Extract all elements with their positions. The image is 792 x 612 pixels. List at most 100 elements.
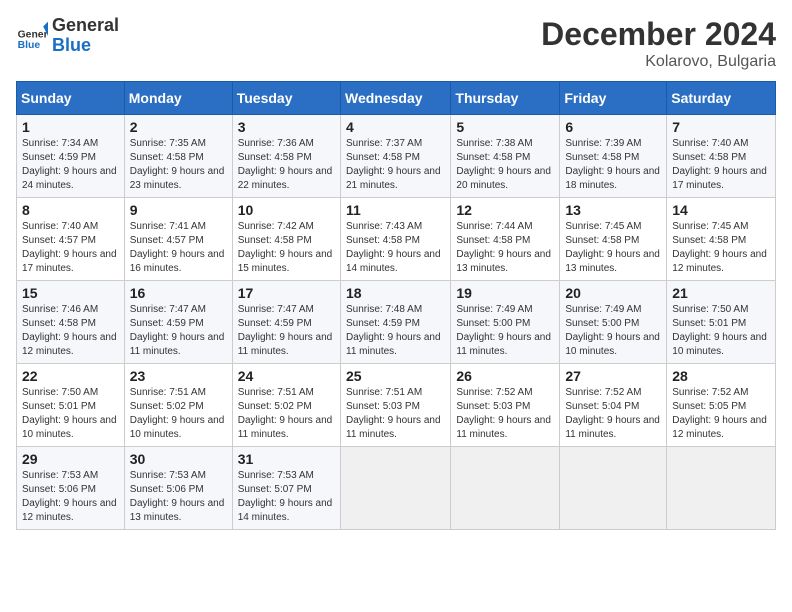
- day-number: 20: [565, 285, 661, 301]
- day-number: 30: [130, 451, 227, 467]
- day-number: 17: [238, 285, 335, 301]
- day-number: 25: [346, 368, 445, 384]
- weekday-header-sunday: Sunday: [17, 82, 125, 115]
- day-info: Sunrise: 7:38 AM Sunset: 4:58 PM Dayligh…: [456, 137, 554, 193]
- calendar-cell: 20 Sunrise: 7:49 AM Sunset: 5:00 PM Dayl…: [560, 281, 667, 364]
- day-number: 10: [238, 202, 335, 218]
- weekday-header-wednesday: Wednesday: [341, 82, 451, 115]
- day-number: 23: [130, 368, 227, 384]
- day-number: 15: [22, 285, 119, 301]
- calendar-week-row: 15 Sunrise: 7:46 AM Sunset: 4:58 PM Dayl…: [17, 281, 776, 364]
- day-number: 22: [22, 368, 119, 384]
- calendar-cell: 21 Sunrise: 7:50 AM Sunset: 5:01 PM Dayl…: [667, 281, 776, 364]
- day-number: 16: [130, 285, 227, 301]
- calendar-cell: 10 Sunrise: 7:42 AM Sunset: 4:58 PM Dayl…: [232, 198, 340, 281]
- day-info: Sunrise: 7:51 AM Sunset: 5:02 PM Dayligh…: [238, 386, 335, 442]
- day-info: Sunrise: 7:40 AM Sunset: 4:57 PM Dayligh…: [22, 220, 119, 276]
- calendar-week-row: 8 Sunrise: 7:40 AM Sunset: 4:57 PM Dayli…: [17, 198, 776, 281]
- day-number: 8: [22, 202, 119, 218]
- day-number: 11: [346, 202, 445, 218]
- calendar-cell: 8 Sunrise: 7:40 AM Sunset: 4:57 PM Dayli…: [17, 198, 125, 281]
- weekday-header-tuesday: Tuesday: [232, 82, 340, 115]
- day-info: Sunrise: 7:53 AM Sunset: 5:07 PM Dayligh…: [238, 469, 335, 525]
- calendar-cell: [341, 447, 451, 530]
- calendar-table: SundayMondayTuesdayWednesdayThursdayFrid…: [16, 81, 776, 530]
- day-info: Sunrise: 7:47 AM Sunset: 4:59 PM Dayligh…: [238, 303, 335, 359]
- month-title: December 2024: [541, 16, 776, 53]
- calendar-cell: 27 Sunrise: 7:52 AM Sunset: 5:04 PM Dayl…: [560, 364, 667, 447]
- day-info: Sunrise: 7:36 AM Sunset: 4:58 PM Dayligh…: [238, 137, 335, 193]
- calendar-cell: 28 Sunrise: 7:52 AM Sunset: 5:05 PM Dayl…: [667, 364, 776, 447]
- day-info: Sunrise: 7:51 AM Sunset: 5:03 PM Dayligh…: [346, 386, 445, 442]
- svg-text:Blue: Blue: [18, 40, 41, 51]
- calendar-header-row: SundayMondayTuesdayWednesdayThursdayFrid…: [17, 82, 776, 115]
- day-number: 5: [456, 119, 554, 135]
- calendar-week-row: 29 Sunrise: 7:53 AM Sunset: 5:06 PM Dayl…: [17, 447, 776, 530]
- day-info: Sunrise: 7:53 AM Sunset: 5:06 PM Dayligh…: [22, 469, 119, 525]
- day-number: 7: [672, 119, 770, 135]
- calendar-cell: 1 Sunrise: 7:34 AM Sunset: 4:59 PM Dayli…: [17, 115, 125, 198]
- calendar-cell: 9 Sunrise: 7:41 AM Sunset: 4:57 PM Dayli…: [124, 198, 232, 281]
- logo-icon: General Blue: [16, 20, 48, 52]
- calendar-week-row: 1 Sunrise: 7:34 AM Sunset: 4:59 PM Dayli…: [17, 115, 776, 198]
- day-number: 26: [456, 368, 554, 384]
- calendar-cell: 3 Sunrise: 7:36 AM Sunset: 4:58 PM Dayli…: [232, 115, 340, 198]
- calendar-cell: 24 Sunrise: 7:51 AM Sunset: 5:02 PM Dayl…: [232, 364, 340, 447]
- day-info: Sunrise: 7:47 AM Sunset: 4:59 PM Dayligh…: [130, 303, 227, 359]
- day-number: 24: [238, 368, 335, 384]
- day-number: 1: [22, 119, 119, 135]
- day-number: 6: [565, 119, 661, 135]
- day-info: Sunrise: 7:45 AM Sunset: 4:58 PM Dayligh…: [565, 220, 661, 276]
- calendar-cell: [451, 447, 560, 530]
- weekday-header-monday: Monday: [124, 82, 232, 115]
- day-info: Sunrise: 7:37 AM Sunset: 4:58 PM Dayligh…: [346, 137, 445, 193]
- weekday-header-thursday: Thursday: [451, 82, 560, 115]
- title-block: December 2024 Kolarovo, Bulgaria: [541, 16, 776, 71]
- day-info: Sunrise: 7:42 AM Sunset: 4:58 PM Dayligh…: [238, 220, 335, 276]
- calendar-cell: 26 Sunrise: 7:52 AM Sunset: 5:03 PM Dayl…: [451, 364, 560, 447]
- day-info: Sunrise: 7:48 AM Sunset: 4:59 PM Dayligh…: [346, 303, 445, 359]
- calendar-cell: 2 Sunrise: 7:35 AM Sunset: 4:58 PM Dayli…: [124, 115, 232, 198]
- calendar-body: 1 Sunrise: 7:34 AM Sunset: 4:59 PM Dayli…: [17, 115, 776, 530]
- day-number: 12: [456, 202, 554, 218]
- calendar-cell: 18 Sunrise: 7:48 AM Sunset: 4:59 PM Dayl…: [341, 281, 451, 364]
- day-number: 29: [22, 451, 119, 467]
- page-header: General Blue GeneralBlue December 2024 K…: [16, 16, 776, 71]
- day-info: Sunrise: 7:41 AM Sunset: 4:57 PM Dayligh…: [130, 220, 227, 276]
- location: Kolarovo, Bulgaria: [541, 53, 776, 71]
- weekday-header-friday: Friday: [560, 82, 667, 115]
- calendar-cell: 19 Sunrise: 7:49 AM Sunset: 5:00 PM Dayl…: [451, 281, 560, 364]
- calendar-cell: 5 Sunrise: 7:38 AM Sunset: 4:58 PM Dayli…: [451, 115, 560, 198]
- day-number: 21: [672, 285, 770, 301]
- day-info: Sunrise: 7:50 AM Sunset: 5:01 PM Dayligh…: [672, 303, 770, 359]
- day-number: 19: [456, 285, 554, 301]
- day-info: Sunrise: 7:44 AM Sunset: 4:58 PM Dayligh…: [456, 220, 554, 276]
- day-number: 3: [238, 119, 335, 135]
- day-info: Sunrise: 7:50 AM Sunset: 5:01 PM Dayligh…: [22, 386, 119, 442]
- day-info: Sunrise: 7:53 AM Sunset: 5:06 PM Dayligh…: [130, 469, 227, 525]
- calendar-cell: 31 Sunrise: 7:53 AM Sunset: 5:07 PM Dayl…: [232, 447, 340, 530]
- calendar-cell: 12 Sunrise: 7:44 AM Sunset: 4:58 PM Dayl…: [451, 198, 560, 281]
- calendar-cell: 7 Sunrise: 7:40 AM Sunset: 4:58 PM Dayli…: [667, 115, 776, 198]
- calendar-cell: 23 Sunrise: 7:51 AM Sunset: 5:02 PM Dayl…: [124, 364, 232, 447]
- day-info: Sunrise: 7:43 AM Sunset: 4:58 PM Dayligh…: [346, 220, 445, 276]
- day-number: 28: [672, 368, 770, 384]
- day-number: 4: [346, 119, 445, 135]
- day-info: Sunrise: 7:49 AM Sunset: 5:00 PM Dayligh…: [565, 303, 661, 359]
- day-info: Sunrise: 7:39 AM Sunset: 4:58 PM Dayligh…: [565, 137, 661, 193]
- calendar-cell: 15 Sunrise: 7:46 AM Sunset: 4:58 PM Dayl…: [17, 281, 125, 364]
- calendar-cell: 16 Sunrise: 7:47 AM Sunset: 4:59 PM Dayl…: [124, 281, 232, 364]
- day-info: Sunrise: 7:46 AM Sunset: 4:58 PM Dayligh…: [22, 303, 119, 359]
- calendar-week-row: 22 Sunrise: 7:50 AM Sunset: 5:01 PM Dayl…: [17, 364, 776, 447]
- day-info: Sunrise: 7:35 AM Sunset: 4:58 PM Dayligh…: [130, 137, 227, 193]
- day-info: Sunrise: 7:49 AM Sunset: 5:00 PM Dayligh…: [456, 303, 554, 359]
- day-info: Sunrise: 7:34 AM Sunset: 4:59 PM Dayligh…: [22, 137, 119, 193]
- day-info: Sunrise: 7:40 AM Sunset: 4:58 PM Dayligh…: [672, 137, 770, 193]
- calendar-cell: 22 Sunrise: 7:50 AM Sunset: 5:01 PM Dayl…: [17, 364, 125, 447]
- day-number: 18: [346, 285, 445, 301]
- logo-text: GeneralBlue: [52, 16, 119, 56]
- day-number: 9: [130, 202, 227, 218]
- logo: General Blue GeneralBlue: [16, 16, 119, 56]
- svg-text:General: General: [18, 29, 48, 40]
- calendar-cell: 13 Sunrise: 7:45 AM Sunset: 4:58 PM Dayl…: [560, 198, 667, 281]
